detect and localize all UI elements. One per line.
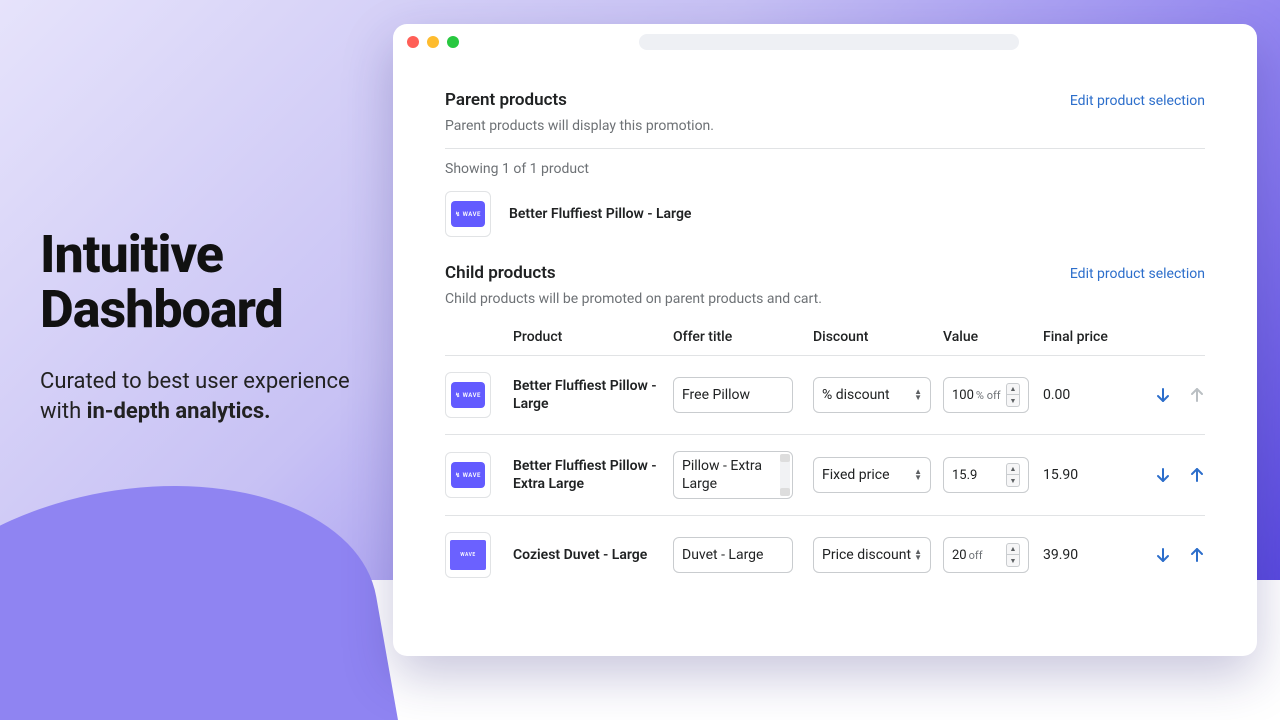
col-value: Value	[943, 329, 1043, 345]
product-swatch-icon: ↯ WAVE	[451, 201, 485, 227]
app-window: Parent products Edit product selection P…	[393, 24, 1257, 656]
col-final-price: Final price	[1043, 329, 1143, 345]
minimize-dot-icon[interactable]	[427, 36, 439, 48]
value-suffix: % off	[976, 389, 1001, 402]
chevron-updown-icon: ▲▼	[914, 389, 922, 400]
product-thumbnail: ↯ WAVE	[445, 452, 491, 498]
chevron-updown-icon: ▲▼	[914, 469, 922, 480]
traffic-lights	[407, 36, 459, 48]
product-thumbnail: ↯ WAVE	[445, 372, 491, 418]
product-thumbnail: WAVE	[445, 532, 491, 578]
final-price: 15.90	[1043, 467, 1143, 483]
product-swatch-icon: ↯ WAVE	[451, 462, 485, 488]
edit-parent-selection-link[interactable]: Edit product selection	[1070, 93, 1205, 109]
parent-product-name: Better Fluffiest Pillow - Large	[509, 206, 691, 222]
move-up-button	[1189, 387, 1205, 403]
discount-select-value: % discount	[822, 387, 890, 403]
product-name: Better Fluffiest Pillow - Large	[513, 377, 673, 413]
col-product: Product	[513, 329, 673, 345]
value-stepper[interactable]: 100% off ▲▼	[943, 377, 1029, 413]
move-up-button[interactable]	[1189, 547, 1205, 563]
move-down-button[interactable]	[1155, 387, 1171, 403]
col-offer-title: Offer title	[673, 329, 813, 345]
step-up-icon[interactable]: ▲	[1006, 543, 1020, 555]
product-name: Coziest Duvet - Large	[513, 546, 673, 564]
value-number: 100	[952, 388, 974, 403]
value-number: 20	[952, 548, 967, 563]
scrollbar[interactable]	[780, 454, 790, 496]
child-section-title: Child products	[445, 263, 556, 283]
final-price: 39.90	[1043, 547, 1143, 563]
product-swatch-icon: ↯ WAVE	[451, 382, 485, 408]
discount-select[interactable]: Fixed price ▲▼	[813, 457, 931, 493]
discount-select[interactable]: % discount ▲▼	[813, 377, 931, 413]
table-header: Product Offer title Discount Value Final…	[445, 319, 1205, 355]
step-down-icon[interactable]: ▼	[1006, 555, 1020, 567]
step-up-icon[interactable]: ▲	[1006, 383, 1020, 395]
table-row: WAVE Coziest Duvet - LargeDuvet - Large Pr…	[445, 515, 1205, 594]
child-section-description: Child products will be promoted on paren…	[445, 291, 1205, 307]
edit-child-selection-link[interactable]: Edit product selection	[1070, 266, 1205, 282]
product-thumbnail: ↯ WAVE	[445, 191, 491, 237]
address-pill[interactable]	[639, 34, 1019, 50]
chevron-updown-icon: ▲▼	[914, 549, 922, 560]
discount-select-value: Price discount	[822, 547, 911, 563]
offer-title-input[interactable]: Pillow - Extra Large	[673, 451, 793, 499]
value-number: 15.9	[952, 468, 977, 483]
marketing-copy: Intuitive Dashboard Curated to best user…	[40, 228, 380, 427]
divider	[445, 148, 1205, 149]
parent-section-description: Parent products will display this promot…	[445, 118, 1205, 134]
move-down-button[interactable]	[1155, 467, 1171, 483]
product-swatch-icon: WAVE	[450, 540, 486, 570]
parent-count-line: Showing 1 of 1 product	[445, 161, 1205, 177]
window-titlebar	[393, 24, 1257, 60]
move-up-button[interactable]	[1189, 467, 1205, 483]
child-products-table: Product Offer title Discount Value Final…	[445, 319, 1205, 594]
value-stepper[interactable]: 15.9 ▲▼	[943, 457, 1029, 493]
marketing-subheading: Curated to best user experience with in-…	[40, 367, 380, 426]
product-name: Better Fluffiest Pillow - Extra Large	[513, 457, 673, 493]
final-price: 0.00	[1043, 387, 1143, 403]
value-suffix: off	[969, 549, 983, 562]
stepper-buttons[interactable]: ▲▼	[1006, 463, 1020, 487]
maximize-dot-icon[interactable]	[447, 36, 459, 48]
close-dot-icon[interactable]	[407, 36, 419, 48]
parent-section-header: Parent products Edit product selection	[445, 90, 1205, 110]
col-discount: Discount	[813, 329, 943, 345]
window-content: Parent products Edit product selection P…	[393, 60, 1257, 594]
step-down-icon[interactable]: ▼	[1006, 475, 1020, 487]
offer-title-input[interactable]: Free Pillow	[673, 377, 793, 413]
step-up-icon[interactable]: ▲	[1006, 463, 1020, 475]
discount-select[interactable]: Price discount▲▼	[813, 537, 931, 573]
move-down-button[interactable]	[1155, 547, 1171, 563]
parent-section-title: Parent products	[445, 90, 567, 110]
canvas: Intuitive Dashboard Curated to best user…	[0, 0, 1280, 720]
parent-product-row: ↯ WAVE Better Fluffiest Pillow - Large	[445, 191, 1205, 237]
stepper-buttons[interactable]: ▲▼	[1006, 543, 1020, 567]
step-down-icon[interactable]: ▼	[1006, 395, 1020, 407]
marketing-heading: Intuitive Dashboard	[40, 228, 380, 337]
table-row: ↯ WAVE Better Fluffiest Pillow - LargeFre…	[445, 355, 1205, 434]
stepper-buttons[interactable]: ▲▼	[1006, 383, 1020, 407]
value-stepper[interactable]: 20off ▲▼	[943, 537, 1029, 573]
child-section-header: Child products Edit product selection	[445, 263, 1205, 283]
table-row: ↯ WAVE Better Fluffiest Pillow - Extra La…	[445, 434, 1205, 515]
offer-title-input[interactable]: Duvet - Large	[673, 537, 793, 573]
discount-select-value: Fixed price	[822, 467, 890, 483]
